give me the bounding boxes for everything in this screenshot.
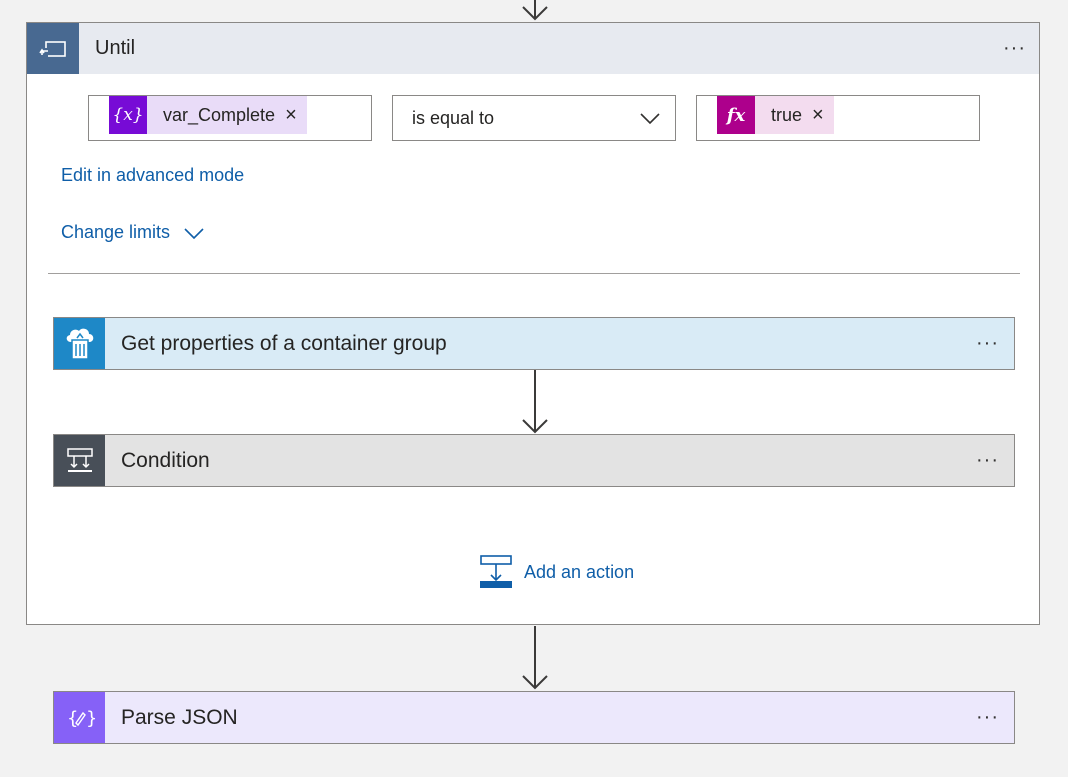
expression-token-label: true: [771, 104, 803, 125]
action-title: Get properties of a container group: [121, 332, 447, 355]
svg-text:{: {: [67, 708, 78, 729]
action-get-container-group[interactable]: Get properties of a container group ···: [53, 317, 1015, 370]
expression-token-body: true ×: [755, 96, 834, 134]
until-loop-icon: [27, 23, 79, 74]
add-action-icon: [480, 555, 512, 588]
condition-operator-select[interactable]: is equal to: [392, 95, 676, 141]
chevron-down-icon: [184, 227, 204, 239]
flow-arrow-bottom: [522, 626, 548, 690]
expression-icon: fx: [717, 96, 755, 134]
divider: [48, 273, 1020, 274]
condition-left-operand[interactable]: {x} var_Complete ×: [88, 95, 372, 141]
action-more-menu[interactable]: ···: [976, 333, 999, 353]
variable-token-label: var_Complete: [163, 104, 276, 125]
until-header[interactable]: Until ···: [27, 23, 1039, 74]
until-more-menu[interactable]: ···: [1003, 38, 1026, 58]
add-action-button[interactable]: Add an action: [479, 555, 634, 589]
parse-json-icon: { }: [54, 692, 105, 743]
flow-arrow-inner: [522, 370, 548, 434]
action-more-menu[interactable]: ···: [976, 450, 999, 470]
until-title: Until: [95, 37, 136, 59]
change-limits-label: Change limits: [61, 222, 171, 242]
edit-advanced-mode-link[interactable]: Edit in advanced mode: [61, 165, 244, 186]
remove-token-button[interactable]: ×: [812, 104, 824, 127]
condition-icon: [54, 435, 105, 486]
action-title: Condition: [121, 449, 210, 472]
remove-token-button[interactable]: ×: [285, 104, 297, 127]
change-limits-link[interactable]: Change limits: [61, 222, 204, 243]
action-condition[interactable]: Condition ···: [53, 434, 1015, 487]
flow-arrow-top: [522, 0, 548, 21]
variable-token: {x} var_Complete ×: [109, 96, 307, 134]
svg-text:}: }: [86, 708, 95, 729]
action-title: Parse JSON: [121, 706, 238, 729]
condition-right-operand[interactable]: fx true ×: [696, 95, 980, 141]
action-more-menu[interactable]: ···: [976, 707, 999, 727]
add-action-label: Add an action: [524, 561, 635, 582]
variable-icon: {x}: [109, 96, 147, 134]
action-parse-json[interactable]: { } Parse JSON ···: [53, 691, 1015, 744]
expression-token: fx true ×: [717, 96, 834, 134]
chevron-down-icon: [640, 113, 660, 125]
container-instance-icon: [54, 318, 105, 369]
variable-token-body: var_Complete ×: [147, 96, 307, 134]
operator-value: is equal to: [412, 108, 495, 128]
